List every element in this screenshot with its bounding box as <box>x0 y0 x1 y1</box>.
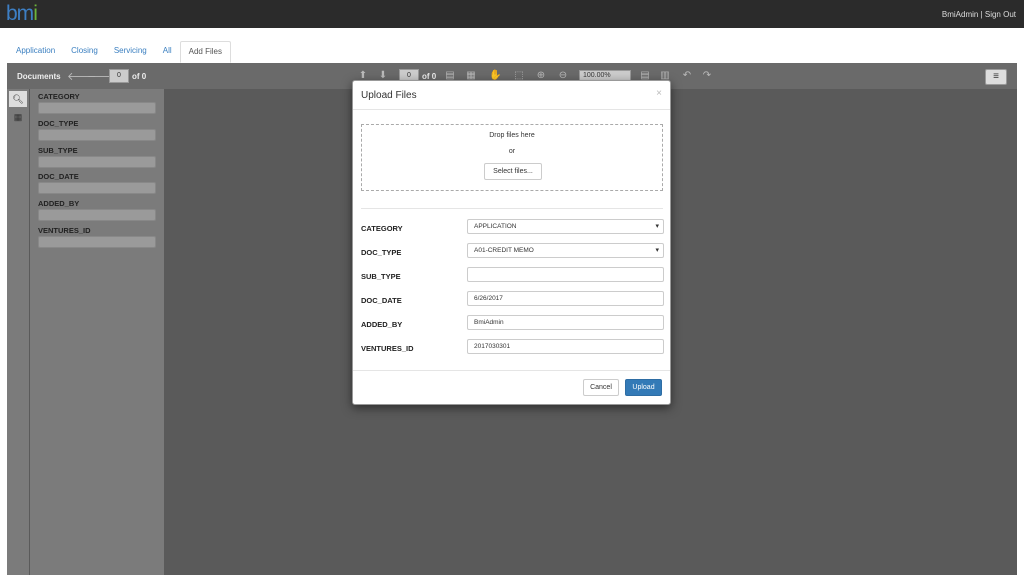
field-label-sub-type: SUB_TYPE <box>361 272 401 281</box>
logo[interactable]: bmi <box>6 2 38 26</box>
logo-text-part1: bm <box>6 2 34 25</box>
close-icon[interactable]: × <box>656 88 662 99</box>
tab-closing[interactable]: Closing <box>63 41 106 63</box>
search-icon[interactable]: 🔍︎ <box>9 91 27 107</box>
filter-input-sub-type[interactable] <box>38 156 156 168</box>
logo-text-part2: i <box>33 2 38 25</box>
modal-footer: Cancel Upload <box>353 370 670 404</box>
filter-input-ventures-id[interactable] <box>38 236 156 248</box>
document-index-input[interactable]: 0 <box>109 69 129 83</box>
sign-out-link[interactable]: Sign Out <box>985 10 1016 19</box>
doc-type-select[interactable]: A01-CREDIT MEMO <box>467 243 664 258</box>
field-label-ventures-id: VENTURES_ID <box>361 344 414 353</box>
field-label-category: CATEGORY <box>361 224 403 233</box>
sub-type-input[interactable] <box>467 267 664 282</box>
upload-files-modal: Upload Files × Drop files here or Select… <box>352 80 671 405</box>
modal-header: Upload Files × <box>353 81 670 110</box>
filter-label-doc-type: DOC_TYPE <box>38 119 79 128</box>
rotate-right-icon[interactable]: ↷ <box>701 70 713 82</box>
rotate-left-icon[interactable]: ↶ <box>681 70 693 82</box>
doc-date-input[interactable]: 6/26/2017 <box>467 291 664 306</box>
field-label-added-by: ADDED_BY <box>361 320 403 329</box>
select-files-button[interactable]: Select files... <box>484 163 542 180</box>
filter-input-added-by[interactable] <box>38 209 156 221</box>
added-by-input[interactable]: BmiAdmin <box>467 315 664 330</box>
modal-title: Upload Files <box>361 90 417 101</box>
username-link[interactable]: BmiAdmin <box>942 10 978 19</box>
field-label-doc-date: DOC_DATE <box>361 296 402 305</box>
documents-label: Documents <box>17 72 61 81</box>
top-header: bmi BmiAdmin | Sign Out <box>0 0 1024 28</box>
file-drop-zone[interactable]: Drop files here or Select files... <box>361 124 663 191</box>
category-select[interactable]: APPLICATION <box>467 219 664 234</box>
drop-files-text: Drop files here <box>489 132 535 139</box>
modal-divider <box>361 208 663 209</box>
filter-input-doc-type[interactable] <box>38 129 156 141</box>
user-bar: BmiAdmin | Sign Out <box>942 10 1016 19</box>
main-tabs: Application Closing Servicing All Add Fi… <box>8 41 231 63</box>
or-text: or <box>508 148 516 155</box>
upload-button[interactable]: Upload <box>625 379 662 396</box>
tab-add-files[interactable]: Add Files <box>179 41 231 63</box>
field-label-doc-type: DOC_TYPE <box>361 248 402 257</box>
filter-label-doc-date: DOC_DATE <box>38 172 79 181</box>
filter-input-doc-date[interactable] <box>38 182 156 194</box>
ventures-id-input[interactable]: 2017030301 <box>467 339 664 354</box>
tab-all[interactable]: All <box>155 41 180 63</box>
grid-icon[interactable]: ▦ <box>9 109 27 125</box>
filter-panel: CATEGORY DOC_TYPE SUB_TYPE DOC_DATE ADDE… <box>30 89 164 575</box>
cancel-button[interactable]: Cancel <box>583 379 619 396</box>
filter-label-added-by: ADDED_BY <box>38 199 80 208</box>
tab-servicing[interactable]: Servicing <box>106 41 155 63</box>
filter-label-ventures-id: VENTURES_ID <box>38 226 91 235</box>
filter-input-category[interactable] <box>38 102 156 114</box>
side-icon-bar: 🔍︎ ▦ <box>7 89 29 575</box>
filter-label-sub-type: SUB_TYPE <box>38 146 78 155</box>
tab-application[interactable]: Application <box>8 41 63 63</box>
hamburger-menu-icon[interactable]: ≡ <box>985 69 1007 85</box>
document-count-label: of 0 <box>132 72 147 81</box>
filter-label-category: CATEGORY <box>38 92 80 101</box>
